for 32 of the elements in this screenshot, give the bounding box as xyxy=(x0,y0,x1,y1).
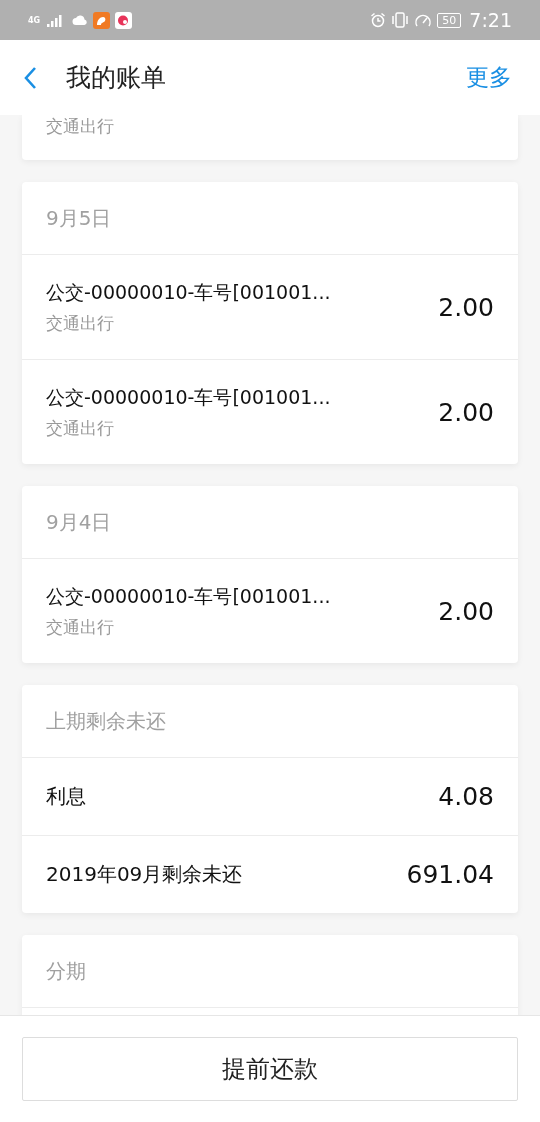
transaction-row[interactable]: 公交-00000010-车号[001001... 交通出行 2.00 xyxy=(22,360,518,464)
amount: 2.00 xyxy=(438,292,494,322)
speedometer-icon xyxy=(414,12,433,28)
transaction-title: 公交-00000010-车号[001001... xyxy=(46,279,331,305)
app-icon xyxy=(115,11,133,29)
vibrate-icon xyxy=(391,12,410,28)
category-label: 交通出行 xyxy=(46,115,114,138)
date-heading: 9月4日 xyxy=(46,508,112,536)
cloud-icon xyxy=(72,15,89,25)
back-icon[interactable] xyxy=(24,65,38,90)
amount: 691.04 xyxy=(406,860,494,889)
transaction-title: 公交-00000010-车号[001001... xyxy=(46,583,331,609)
category-label: 交通出行 xyxy=(46,615,115,639)
summary-label: 利息 xyxy=(46,783,86,810)
date-heading: 9月5日 xyxy=(46,204,112,232)
amount: 2.00 xyxy=(438,596,494,626)
transaction-row[interactable]: 公交-00000010-车号[001001... 交通出行 2.00 xyxy=(22,255,518,360)
section-heading: 分期 xyxy=(46,957,86,985)
section-heading: 上期剩余未还 xyxy=(46,707,166,735)
prepay-button[interactable]: 提前还款 xyxy=(22,1037,518,1101)
network-label: 4G xyxy=(28,15,41,25)
summary-label: 2019年09月剩余未还 xyxy=(46,861,243,888)
category-label: 交通出行 xyxy=(46,311,115,335)
alarm-icon xyxy=(370,12,387,28)
amount: 2.00 xyxy=(438,397,494,427)
transaction-title: 公交-00000010-车号[001001... xyxy=(46,384,331,410)
battery-icon: 50 xyxy=(437,12,462,28)
amount: 4.08 xyxy=(438,782,494,811)
page-title: 我的账单 xyxy=(66,62,167,94)
transaction-row[interactable]: 公交-00000010-车号[001001... 交通出行 2.00 xyxy=(22,559,518,663)
category-label: 交通出行 xyxy=(46,416,115,440)
clock-time: 7:21 xyxy=(469,9,512,31)
